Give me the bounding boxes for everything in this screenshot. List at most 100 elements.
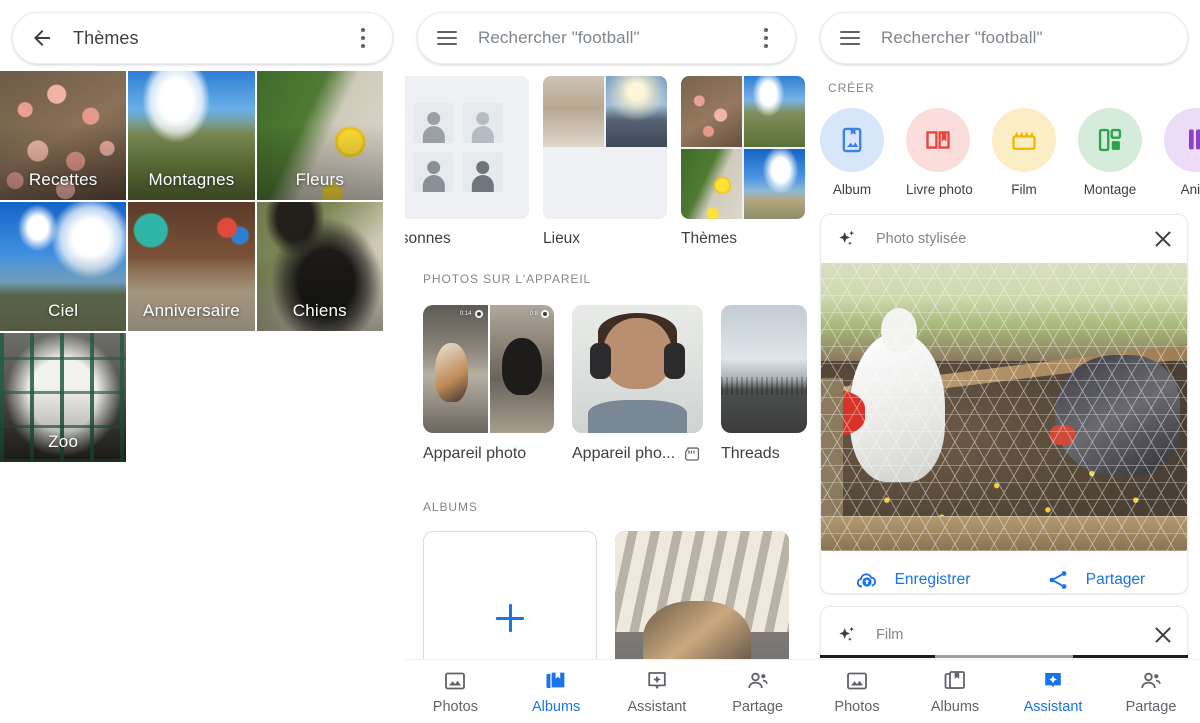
creer-item-livre-photo[interactable]: Livre photo xyxy=(906,108,973,197)
theme-tile-fleurs[interactable]: Fleurs xyxy=(256,71,383,200)
assistant-icon xyxy=(1045,672,1061,688)
search-input[interactable]: Rechercher "football" xyxy=(881,28,1043,48)
more-vert-icon[interactable] xyxy=(350,25,376,51)
plus-icon xyxy=(496,604,524,632)
creer-icon-bg xyxy=(820,108,884,172)
person-face-icon xyxy=(413,152,454,192)
creer-item-montage[interactable]: Montage xyxy=(1078,108,1142,197)
sparkle-icon xyxy=(836,624,858,646)
device-folder-label-wrap: Appareil photo xyxy=(423,445,554,463)
nav-item-albums[interactable]: Albums xyxy=(906,669,1004,715)
theme-tile-ciel[interactable]: Ciel xyxy=(0,202,127,331)
category-tile-image xyxy=(681,76,742,147)
portrait-detail xyxy=(663,343,685,380)
device-folder-thumbnail xyxy=(572,305,703,433)
category-thumbnail xyxy=(405,76,529,219)
category-thumbnail xyxy=(681,76,805,219)
card-title: Film xyxy=(876,627,904,643)
album-icon xyxy=(842,127,862,153)
theme-tile-label: Fleurs xyxy=(295,170,345,189)
creer-item-album[interactable]: Album xyxy=(820,108,884,197)
device-folder-label: Appareil photo xyxy=(423,445,527,462)
theme-tile-label: Chiens xyxy=(292,301,347,320)
theme-tile-label: Zoo xyxy=(48,432,79,451)
people-icon xyxy=(1141,672,1161,688)
device-photos-row: 0:14 0:8 Appareil photo Appareil pho... … xyxy=(423,305,808,463)
category-themes[interactable]: Thèmes xyxy=(681,76,805,248)
nav-item-label: Albums xyxy=(930,698,980,715)
device-folder-appareil-photo-sd[interactable]: Appareil pho... xyxy=(572,305,703,463)
device-folder-threads[interactable]: Threads xyxy=(721,305,807,463)
nav-item-photos[interactable]: Photos xyxy=(808,669,906,715)
sd-card-icon xyxy=(684,447,701,461)
card-photo[interactable] xyxy=(821,263,1187,551)
albums-icon xyxy=(546,670,566,689)
category-label: Lieux xyxy=(543,230,581,247)
suggestion-card-photo-stylisee: Photo stylisée Enregistrer Partager xyxy=(820,214,1188,594)
creer-item-label: Anim xyxy=(1180,182,1200,197)
category-lieux[interactable]: Lieux xyxy=(543,76,667,248)
nav-item-assistant[interactable]: Assistant xyxy=(1004,669,1102,715)
creer-section-title: CRÉER xyxy=(828,81,875,95)
creer-item-label: Album xyxy=(832,182,872,197)
category-label: ersonnes xyxy=(405,230,451,247)
device-folder-label: Appareil pho... xyxy=(572,445,676,462)
more-vert-icon[interactable] xyxy=(753,25,779,51)
albums-section-title: ALBUMS xyxy=(423,500,478,514)
nav-item-label: Photos xyxy=(834,698,880,715)
video-duration-badge: 0:8 xyxy=(530,310,549,318)
creer-icon-bg xyxy=(992,108,1056,172)
device-folder-label: Threads xyxy=(721,445,780,462)
panel-assistant: Rechercher "football" CRÉER Album Livre … xyxy=(808,0,1200,723)
category-tile-image xyxy=(543,76,604,147)
nav-item-partage[interactable]: Partage xyxy=(707,669,808,715)
nav-item-albums[interactable]: Albums xyxy=(506,669,607,715)
hamburger-icon[interactable] xyxy=(434,25,460,51)
close-icon[interactable] xyxy=(1154,230,1172,248)
nav-item-photos[interactable]: Photos xyxy=(405,669,506,715)
category-personnes[interactable]: ersonnes xyxy=(405,76,529,248)
category-row: ersonnes Lieux T xyxy=(405,76,808,248)
cloud-upload-icon xyxy=(856,573,876,588)
device-folder-label-wrap: Appareil pho... xyxy=(572,445,703,463)
themes-appbar: Thèmes xyxy=(12,12,393,64)
save-button[interactable]: Enregistrer xyxy=(821,568,1004,592)
close-icon[interactable] xyxy=(1154,626,1172,644)
portrait-detail xyxy=(590,343,612,380)
theme-tile-recettes[interactable]: Recettes xyxy=(0,71,127,200)
albums-search-bar[interactable]: Rechercher "football" xyxy=(417,12,796,64)
category-tile-image xyxy=(744,148,805,219)
folder-preview-image: 0:8 xyxy=(489,305,554,433)
panel-themes: Thèmes Recettes Montagnes Fleurs Ciel An… xyxy=(0,0,405,723)
card-title: Photo stylisée xyxy=(876,231,967,247)
three-phone-screenshots: Thèmes Recettes Montagnes Fleurs Ciel An… xyxy=(0,0,1200,723)
search-input[interactable]: Rechercher "football" xyxy=(478,28,640,48)
creer-item-label: Livre photo xyxy=(906,182,973,197)
hamburger-icon[interactable] xyxy=(837,25,863,51)
theme-tile-chiens[interactable]: Chiens xyxy=(256,202,383,331)
creer-icon-bg xyxy=(1164,108,1200,172)
person-face-icon xyxy=(462,103,503,143)
arrow-back-icon[interactable] xyxy=(29,25,55,51)
assistant-search-bar[interactable]: Rechercher "football" xyxy=(820,12,1188,64)
people-icon xyxy=(747,672,768,688)
creer-item-label: Film xyxy=(1011,182,1037,197)
creer-item-film[interactable]: Film xyxy=(992,108,1056,197)
nav-item-label: Photos xyxy=(432,698,478,715)
theme-tile-label: Ciel xyxy=(48,301,79,320)
device-folder-appareil-photo[interactable]: 0:14 0:8 Appareil photo xyxy=(423,305,554,463)
nav-item-label: Assistant xyxy=(1023,698,1083,715)
nav-item-label: Assistant xyxy=(627,698,687,715)
page-title: Thèmes xyxy=(73,27,139,48)
nav-item-assistant[interactable]: Assistant xyxy=(607,669,708,715)
creer-item-animation[interactable]: Anim xyxy=(1164,108,1200,197)
theme-tile-label: Recettes xyxy=(28,170,98,189)
nav-item-partage[interactable]: Partage xyxy=(1102,669,1200,715)
category-thumbnail xyxy=(543,76,667,219)
theme-tile-montagnes[interactable]: Montagnes xyxy=(128,71,255,200)
share-button[interactable]: Partager xyxy=(1004,568,1187,592)
theme-tile-anniversaire[interactable]: Anniversaire xyxy=(128,202,255,331)
theme-tile-zoo[interactable]: Zoo xyxy=(0,333,127,462)
nav-item-label: Partage xyxy=(1125,698,1177,715)
movie-icon xyxy=(1012,131,1036,150)
